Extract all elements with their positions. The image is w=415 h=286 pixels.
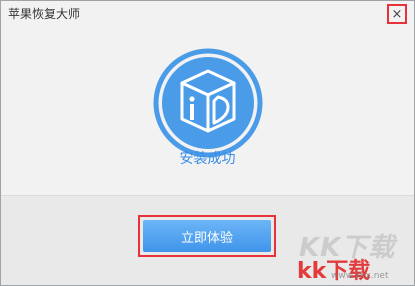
close-button[interactable]: × bbox=[387, 4, 407, 24]
main-content: 安装成功 bbox=[1, 29, 414, 195]
try-now-button[interactable]: 立即体验 bbox=[143, 220, 271, 252]
window-title: 苹果恢复大师 bbox=[8, 7, 81, 21]
footer-bar: 立即体验 bbox=[1, 195, 414, 285]
close-icon[interactable]: × bbox=[392, 8, 403, 21]
cta-highlight-frame: 立即体验 bbox=[138, 215, 276, 257]
install-success-text: 安装成功 bbox=[179, 151, 236, 167]
installer-window: 苹果恢复大师 × 安装成功 立即体验 KK下载 kk下载 www.kkx.net bbox=[0, 0, 415, 286]
title-bar: 苹果恢复大师 × bbox=[1, 1, 414, 29]
app-box-logo-icon bbox=[153, 48, 263, 158]
